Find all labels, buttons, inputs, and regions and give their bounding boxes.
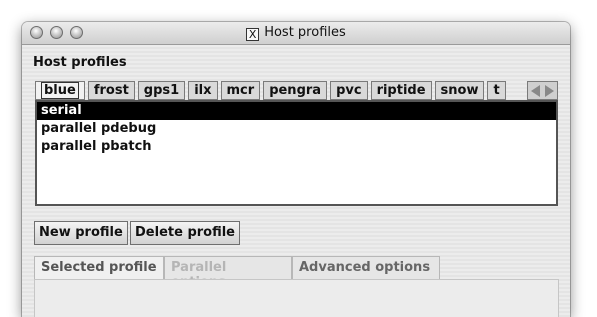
host-tab-label: t [493, 83, 500, 98]
host-tab-label: gps1 [143, 83, 180, 98]
host-tab-blue[interactable]: blue [35, 81, 85, 100]
x11-icon: X [246, 28, 260, 41]
host-tab-gps1[interactable]: gps1 [137, 81, 186, 100]
triangle-left-icon[interactable] [531, 85, 540, 97]
host-tab-ilx[interactable]: ilx [188, 81, 218, 100]
tab-parallel-options[interactable]: Parallel options [164, 256, 292, 290]
host-tab-label: snow [440, 83, 479, 98]
tab-scroll-arrows [527, 81, 558, 100]
host-tab-label: pengra [269, 83, 322, 98]
section-heading: Host profiles [33, 55, 127, 70]
delete-profile-button[interactable]: Delete profile [130, 221, 240, 245]
window-title-area: X Host profiles [22, 25, 570, 41]
profile-item-serial[interactable]: serial [37, 102, 556, 120]
tab-advanced-options[interactable]: Advanced options [292, 256, 440, 280]
host-tab-snow[interactable]: snow [434, 81, 485, 100]
host-profiles-window: X Host profiles Host profiles blue frost gp… [22, 22, 570, 317]
host-tab-pvc[interactable]: pvc [330, 81, 368, 100]
host-tab-bar: blue frost gps1 ilx mcr pengra pvc riptide snow t [35, 81, 558, 101]
host-tab-label: riptide [376, 83, 426, 98]
window-content: Host profiles blue frost gps1 ilx mcr pengra p… [22, 45, 570, 317]
host-tab-label: ilx [194, 83, 212, 98]
host-tab-label: mcr [226, 83, 255, 98]
host-tab-label: blue [41, 82, 79, 99]
host-tab-t[interactable]: t [487, 81, 506, 100]
title-bar[interactable]: X Host profiles [22, 22, 570, 45]
triangle-right-icon[interactable] [545, 85, 554, 97]
host-tab-mcr[interactable]: mcr [220, 81, 261, 100]
host-tab-frost[interactable]: frost [87, 81, 135, 100]
profile-item-parallel-pdebug[interactable]: parallel pdebug [37, 120, 556, 138]
host-tab-pengra[interactable]: pengra [263, 81, 328, 100]
new-profile-button[interactable]: New profile [34, 221, 128, 245]
tab-panel [34, 279, 559, 317]
host-tab-riptide[interactable]: riptide [370, 81, 432, 100]
profile-list[interactable]: serial parallel pdebug parallel pbatch [35, 100, 558, 206]
host-tab-label: frost [93, 83, 129, 98]
host-tab-label: pvc [336, 83, 362, 98]
tab-selected-profile[interactable]: Selected profile [34, 256, 164, 280]
profile-item-parallel-pbatch[interactable]: parallel pbatch [37, 138, 556, 156]
window-title: Host profiles [264, 25, 346, 40]
